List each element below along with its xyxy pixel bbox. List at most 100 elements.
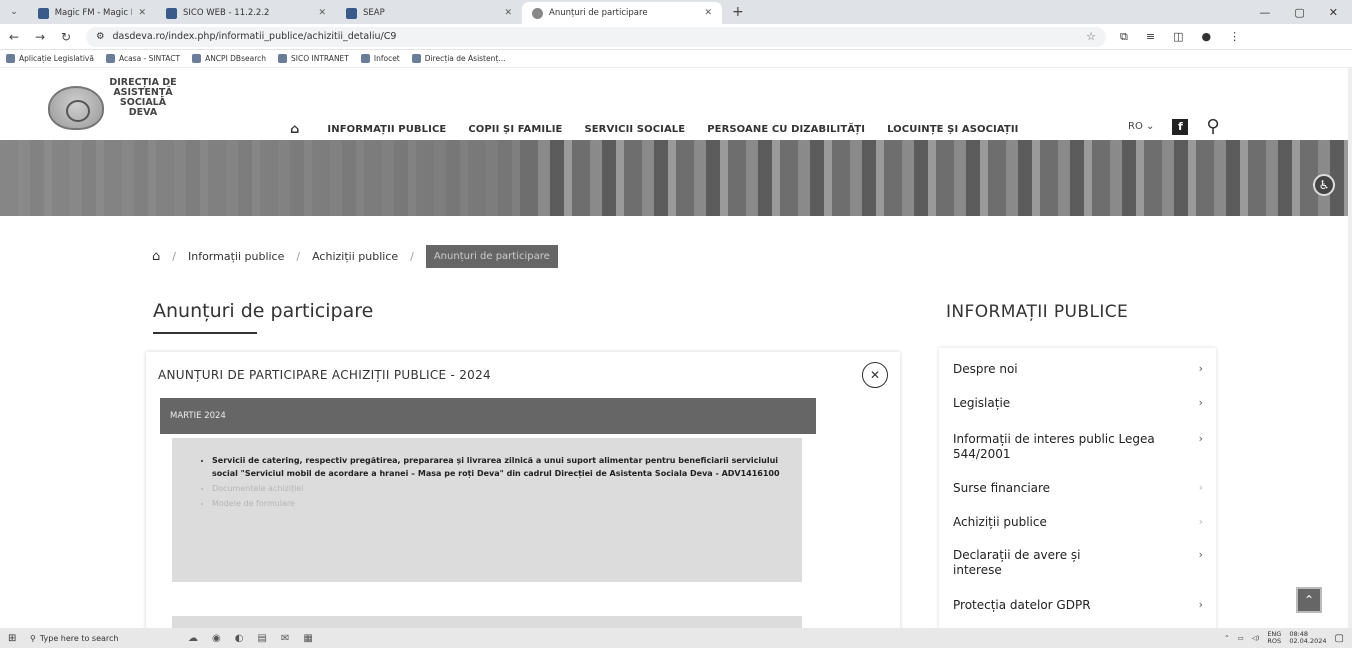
reading-list-icon[interactable]: ≡	[1146, 30, 1155, 44]
taskbar-search[interactable]: ⚲ Type here to search	[30, 634, 180, 643]
bookmark-star-icon[interactable]: ☆	[1086, 30, 1096, 43]
announcement-content: Servicii de catering, respectiv pregătir…	[172, 438, 802, 582]
sidebar-item-label: Surse financiare	[953, 481, 1051, 495]
site-header: DIRECȚIA DE ASISTENȚĂ SOCIALĂ DEVA ⌂ INF…	[0, 68, 1352, 140]
site-logo[interactable]: DIRECȚIA DE ASISTENȚĂ SOCIALĂ DEVA	[40, 76, 210, 134]
nav-locuinte-asociatii[interactable]: LOCUINȚE ȘI ASOCIAȚII	[887, 124, 1018, 135]
nav-informatii-publice[interactable]: INFORMAȚII PUBLICE	[327, 124, 446, 135]
breadcrumb-home-icon[interactable]: ⌂	[152, 249, 160, 264]
widgets-icon[interactable]: ☁	[188, 633, 198, 644]
bookmark-favicon-icon	[6, 54, 15, 63]
page-scrollbar[interactable]	[1348, 68, 1352, 628]
breadcrumb-achizitii-publice[interactable]: Achiziții publice	[312, 250, 398, 263]
title-underline	[153, 332, 257, 334]
bookmark-item[interactable]: ANCPI DBsearch	[192, 54, 266, 63]
link-documentele-achizitiei[interactable]: Documentele achiziției	[212, 482, 780, 495]
app-icon[interactable]: ▦	[303, 633, 312, 644]
tab-label: Anunțuri de participare	[549, 8, 648, 18]
bookmark-item[interactable]: Direcția de Asistenț...	[411, 54, 505, 63]
tab-close-icon[interactable]: ✕	[138, 8, 146, 18]
bookmark-item[interactable]: Infocet	[360, 54, 400, 63]
minimize-icon[interactable]: —	[1259, 6, 1270, 19]
input-language[interactable]: ENG ROS	[1267, 631, 1281, 645]
sidebar-item-legislatie[interactable]: Legislație ›	[953, 396, 1203, 410]
nav-copii-familie[interactable]: COPII ȘI FAMILIE	[468, 124, 562, 135]
tab-sico-web[interactable]: SICO WEB - 11.2.2.2 ✕	[156, 2, 336, 24]
sidebar-item-despre-noi[interactable]: Despre noi ›	[953, 362, 1203, 376]
breadcrumb-separator: /	[410, 249, 414, 263]
sidebar-item-surse-financiare[interactable]: Surse financiare ›	[953, 481, 1203, 495]
bookmark-item[interactable]: Aplicație Legislativă	[6, 54, 94, 63]
profile-icon[interactable]: ●	[1201, 30, 1211, 44]
sidebar-item-gdpr[interactable]: Protecția datelor GDPR ›	[953, 598, 1203, 612]
tab-search-icon[interactable]: ⌄	[0, 7, 28, 17]
mail-icon[interactable]: ✉	[281, 633, 289, 644]
tab-label: SICO WEB - 11.2.2.2	[183, 8, 270, 18]
chevron-right-icon: ›	[1198, 362, 1203, 375]
windows-start-icon[interactable]: ⊞	[8, 633, 22, 644]
bookmark-favicon-icon	[105, 54, 115, 63]
home-icon[interactable]: ⌂	[290, 122, 299, 137]
close-window-icon[interactable]: ✕	[1329, 6, 1338, 19]
link-modele-formulare[interactable]: Modele de formulare	[212, 497, 780, 510]
announcements-card: ANUNȚURI DE PARTICIPARE ACHIZIȚII PUBLIC…	[146, 352, 900, 642]
nav-persoane-dizabilitati[interactable]: PERSOANE CU DIZABILITĂȚI	[707, 124, 865, 135]
explorer-icon[interactable]: ▤	[257, 633, 266, 644]
tab-seap[interactable]: SEAP ✕	[336, 2, 522, 24]
collapse-close-icon[interactable]: ✕	[862, 362, 888, 388]
notifications-icon[interactable]: ▢	[1335, 633, 1344, 643]
sidebar-item-label: Protecția datelor GDPR	[953, 598, 1091, 612]
chrome-icon[interactable]: ◉	[212, 633, 221, 644]
maximize-icon[interactable]: ▢	[1294, 6, 1304, 19]
back-icon[interactable]: ←	[8, 30, 20, 44]
sidebar-item-label: Legislație	[953, 396, 1011, 410]
sidebar-item-label: Declarații de avere și interese	[953, 548, 1081, 577]
facebook-icon[interactable]: f	[1172, 118, 1189, 135]
search-icon[interactable]: ⚲	[1206, 116, 1219, 137]
sidebar-item-declaratii-avere[interactable]: Declarații de avere și interese ›	[953, 548, 1203, 578]
chevron-right-icon: ›	[1198, 598, 1203, 611]
site-info-icon[interactable]: ⚙	[96, 31, 105, 42]
address-bar[interactable]: ⚙ dasdeva.ro/index.php/informatii_public…	[86, 26, 1106, 47]
logo-line: DEVA	[128, 107, 158, 118]
breadcrumb-separator: /	[172, 249, 176, 263]
bookmark-item[interactable]: SICO INTRANET	[278, 54, 349, 63]
tab-close-icon[interactable]: ✕	[318, 8, 326, 18]
clock[interactable]: 08:48 02.04.2024	[1289, 631, 1326, 645]
sidebar-item-informatii-interes-public[interactable]: Informații de interes public Legea 544/2…	[953, 432, 1203, 462]
language-label: RO	[1128, 121, 1143, 132]
bookmark-item[interactable]: Acasa - SINTACT	[105, 54, 181, 63]
nav-servicii-sociale[interactable]: SERVICII SOCIALE	[584, 124, 685, 135]
sidebar-item-achizitii-publice[interactable]: Achiziții publice ›	[953, 515, 1203, 529]
tab-label: Magic FM - Magic FM Live	[54, 8, 133, 18]
network-icon[interactable]: ▭	[1238, 634, 1244, 642]
sidebar-menu: Despre noi › Legislație › Informații de …	[939, 348, 1216, 630]
banner-overlay	[0, 140, 520, 216]
tab-close-icon[interactable]: ✕	[704, 8, 712, 18]
breadcrumb-informatii-publice[interactable]: Informații publice	[188, 250, 284, 263]
bookmark-label: Acasa - SINTACT	[118, 54, 181, 63]
reload-icon[interactable]: ↻	[60, 30, 72, 44]
breadcrumb-separator: /	[296, 249, 301, 263]
chevron-right-icon: ›	[1198, 548, 1203, 561]
extensions-icon[interactable]: ⧉	[1120, 30, 1128, 44]
forward-icon[interactable]: →	[34, 30, 46, 44]
sidebar-title: INFORMAȚII PUBLICE	[946, 302, 1129, 322]
new-tab-button[interactable]: +	[722, 4, 754, 20]
tab-close-icon[interactable]: ✕	[504, 8, 512, 18]
language-select[interactable]: RO ⌄	[1128, 121, 1154, 132]
accessibility-icon[interactable]: ♿	[1313, 174, 1335, 196]
toolbar-icons: ⧉ ≡ ◫ ● ⋮	[1120, 30, 1240, 44]
tab-favicon-icon	[346, 7, 357, 19]
tray-chevron-icon[interactable]: ⌃	[1224, 634, 1229, 642]
month-header[interactable]: MARTIE 2024	[160, 398, 816, 434]
sidepanel-icon[interactable]: ◫	[1173, 30, 1183, 44]
tab-magic-fm[interactable]: Magic FM - Magic FM Live ✕	[28, 2, 156, 24]
sidebar-item-label: Informații de interes public Legea 544/2…	[953, 432, 1155, 461]
volume-icon[interactable]: ◁)	[1252, 634, 1260, 642]
menu-icon[interactable]: ⋮	[1229, 30, 1240, 44]
scroll-to-top-button[interactable]: ⌃	[1296, 587, 1322, 613]
chevron-right-icon: ›	[1198, 515, 1203, 528]
tab-anunturi[interactable]: Anunțuri de participare ✕	[522, 2, 722, 24]
edge-icon[interactable]: ◐	[235, 633, 244, 644]
